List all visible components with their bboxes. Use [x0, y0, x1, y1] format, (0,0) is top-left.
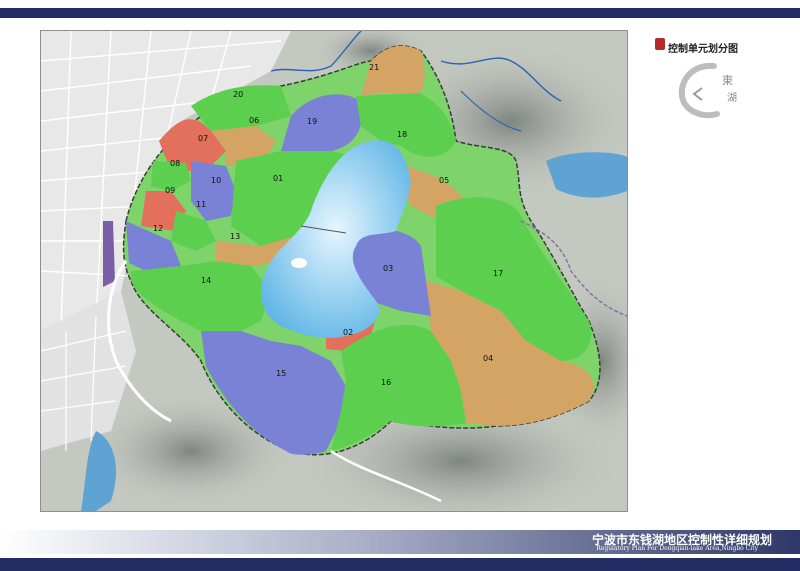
unit-label-05: 05	[439, 176, 449, 185]
unit-label-03: 03	[383, 264, 393, 273]
top-band	[0, 8, 800, 18]
unit-label-09: 09	[165, 186, 175, 195]
lake-island	[291, 258, 307, 268]
unit-label-15: 15	[276, 369, 286, 378]
svg-text:湖: 湖	[727, 92, 737, 104]
unit-label-04: 04	[483, 354, 493, 363]
svg-text:東: 東	[722, 74, 733, 87]
unit-label-18: 18	[397, 130, 407, 139]
unit-label-10: 10	[211, 176, 221, 185]
bottom-band	[0, 558, 800, 571]
unit-label-12: 12	[153, 224, 163, 233]
map-canvas: 01 02 03 04 05 06 07 08 09 10 11 12 13 1…	[41, 31, 627, 511]
unit-label-02: 02	[343, 328, 353, 337]
unit-label-06: 06	[249, 116, 259, 125]
unit-label-17: 17	[493, 269, 503, 278]
purple-strip	[103, 221, 115, 287]
unit-label-20: 20	[233, 90, 243, 99]
unit-label-11: 11	[196, 200, 206, 209]
unit-label-08: 08	[170, 159, 180, 168]
unit-label-19: 19	[307, 117, 317, 126]
unit-label-13: 13	[230, 232, 240, 241]
map-frame: 01 02 03 04 05 06 07 08 09 10 11 12 13 1…	[40, 30, 628, 512]
footer-subtitle: Regulatory Plan For Dongqian-lake Area,N…	[596, 545, 758, 552]
unit-label-14: 14	[201, 276, 211, 285]
legend-title: 控制单元划分图	[668, 44, 738, 55]
unit-label-16: 16	[381, 378, 391, 387]
dongqian-lake-logo-icon: 東 湖	[672, 56, 752, 126]
unit-label-01: 01	[273, 174, 283, 183]
unit-label-21: 21	[369, 63, 379, 72]
red-seal-icon	[655, 38, 665, 50]
unit-label-07: 07	[198, 134, 208, 143]
